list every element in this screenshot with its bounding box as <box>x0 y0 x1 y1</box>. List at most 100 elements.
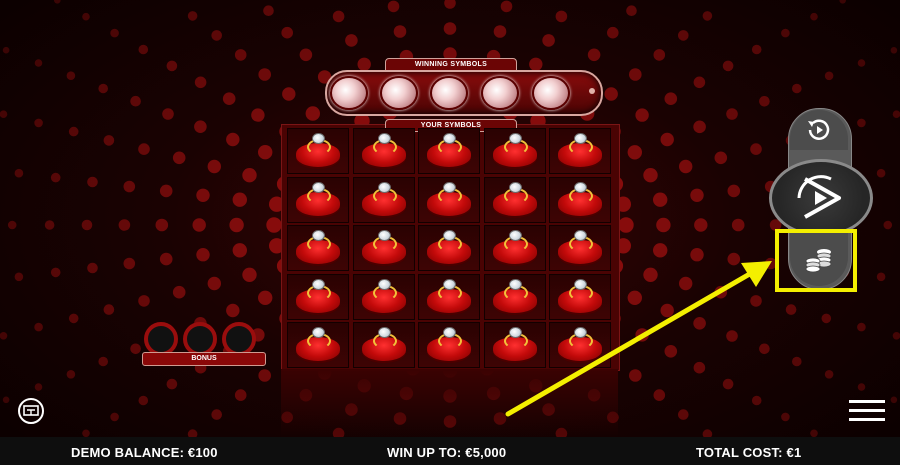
scratch-cell[interactable] <box>352 128 415 174</box>
background-light-dot <box>679 276 693 291</box>
scratch-cell[interactable] <box>287 225 349 271</box>
ring-gem <box>508 133 522 144</box>
background-light-dot <box>693 361 706 374</box>
scratch-cell[interactable] <box>418 128 480 174</box>
scratch-cell[interactable] <box>287 322 349 368</box>
background-light-dot <box>263 5 274 16</box>
background-light-dot <box>130 95 141 107</box>
background-light-dot <box>34 383 43 391</box>
scratch-cell[interactable] <box>287 128 349 174</box>
scratch-cell[interactable] <box>483 176 546 223</box>
game-stage: WINNING SYMBOLS YOUR SYMBOLS BONUS DEMO … <box>0 0 900 465</box>
scratch-cell[interactable] <box>287 273 349 320</box>
ring-gem <box>377 327 391 338</box>
background-light-dot <box>172 151 186 165</box>
background-light-dot <box>500 0 513 13</box>
background-light-dot <box>693 317 706 330</box>
scratch-cell[interactable] <box>352 225 415 271</box>
scratch-cell[interactable] <box>418 225 480 271</box>
total-cost: TOTAL COST: €1 <box>696 445 801 460</box>
background-light-dot <box>196 188 210 202</box>
scratch-cell[interactable] <box>483 225 546 271</box>
history-button[interactable] <box>13 396 49 426</box>
background-light-dot <box>810 429 818 437</box>
scratch-cell[interactable] <box>352 176 415 223</box>
scratch-cell[interactable] <box>352 322 415 368</box>
background-light-dot <box>781 28 790 38</box>
background-light-dot <box>694 218 708 232</box>
background-light-dot <box>172 285 186 299</box>
ring-gem <box>574 230 587 241</box>
background-light-dot <box>629 369 642 382</box>
scratch-cell[interactable] <box>483 273 546 320</box>
background-light-dot <box>103 135 115 146</box>
scratch-cell[interactable] <box>418 273 480 320</box>
scratch-cell[interactable] <box>549 176 611 223</box>
scratch-cell[interactable] <box>418 322 480 368</box>
background-light-dot <box>98 356 108 367</box>
background-light-dot <box>857 118 866 128</box>
background-light-dot <box>824 370 834 379</box>
background-light-dot <box>643 267 658 282</box>
background-light-dot <box>103 304 115 315</box>
background-light-dot <box>727 252 741 266</box>
scratch-cell[interactable] <box>352 273 415 320</box>
background-light-dot <box>166 378 178 390</box>
background-light-dot <box>68 126 79 137</box>
ring-gem <box>443 278 456 290</box>
background-light-dot <box>722 60 734 72</box>
scratch-cell[interactable] <box>483 128 546 174</box>
scratch-cell[interactable] <box>287 176 349 223</box>
play-button[interactable] <box>769 159 873 237</box>
background-light-dot <box>194 120 207 133</box>
background-light-dot <box>242 168 257 183</box>
background-light-dot <box>0 110 8 118</box>
ring-gem <box>508 230 522 241</box>
ring-gem <box>574 278 587 290</box>
background-light-dot <box>678 30 689 41</box>
background-light-dot <box>0 332 8 340</box>
background-light-dot <box>357 57 371 71</box>
ring-gem <box>574 181 587 193</box>
win-up-to-value: €5,000 <box>465 445 507 460</box>
background-light-dot <box>857 322 866 332</box>
scratch-cell[interactable] <box>549 273 611 320</box>
background-light-dot <box>226 132 240 147</box>
background-light-dot <box>299 48 313 62</box>
background-light-dot <box>7 220 17 230</box>
background-light-dot <box>87 176 98 188</box>
background-light-dot <box>824 71 834 81</box>
ring-gem <box>574 133 587 144</box>
winning-symbol-2 <box>380 76 418 110</box>
background-light-dot <box>607 26 619 39</box>
win-up-to: WIN UP TO: €5,000 <box>387 445 506 460</box>
scratch-cell[interactable] <box>549 322 611 368</box>
scratch-cell[interactable] <box>549 128 611 174</box>
ring-gem <box>377 181 391 193</box>
scratch-cell[interactable] <box>418 176 480 223</box>
background-light-dot <box>34 322 43 332</box>
background-light-dot <box>883 220 893 230</box>
menu-button[interactable] <box>846 398 888 426</box>
stake-highlight-box <box>775 229 857 292</box>
background-light-dot <box>82 429 90 437</box>
background-light-dot <box>232 243 247 258</box>
background-light-dot <box>627 145 642 160</box>
scratch-cell[interactable] <box>483 322 546 368</box>
background-light-dot <box>792 356 802 367</box>
background-light-dot <box>751 395 762 406</box>
background-light-dot <box>305 106 320 121</box>
ring-gem <box>508 181 522 193</box>
background-light-dot <box>876 272 886 282</box>
background-light-dot <box>50 172 61 183</box>
background-light-dot <box>130 343 141 355</box>
background-light-dot <box>702 429 713 437</box>
background-light-dot <box>727 184 741 198</box>
background-light-dot <box>242 267 257 282</box>
total-cost-value: €1 <box>786 445 802 460</box>
scratch-cell[interactable] <box>549 225 611 271</box>
background-light-dot <box>87 262 98 274</box>
bonus-slot-3 <box>222 322 256 356</box>
background-light-dot <box>660 303 674 318</box>
background-light-dot <box>258 68 272 81</box>
